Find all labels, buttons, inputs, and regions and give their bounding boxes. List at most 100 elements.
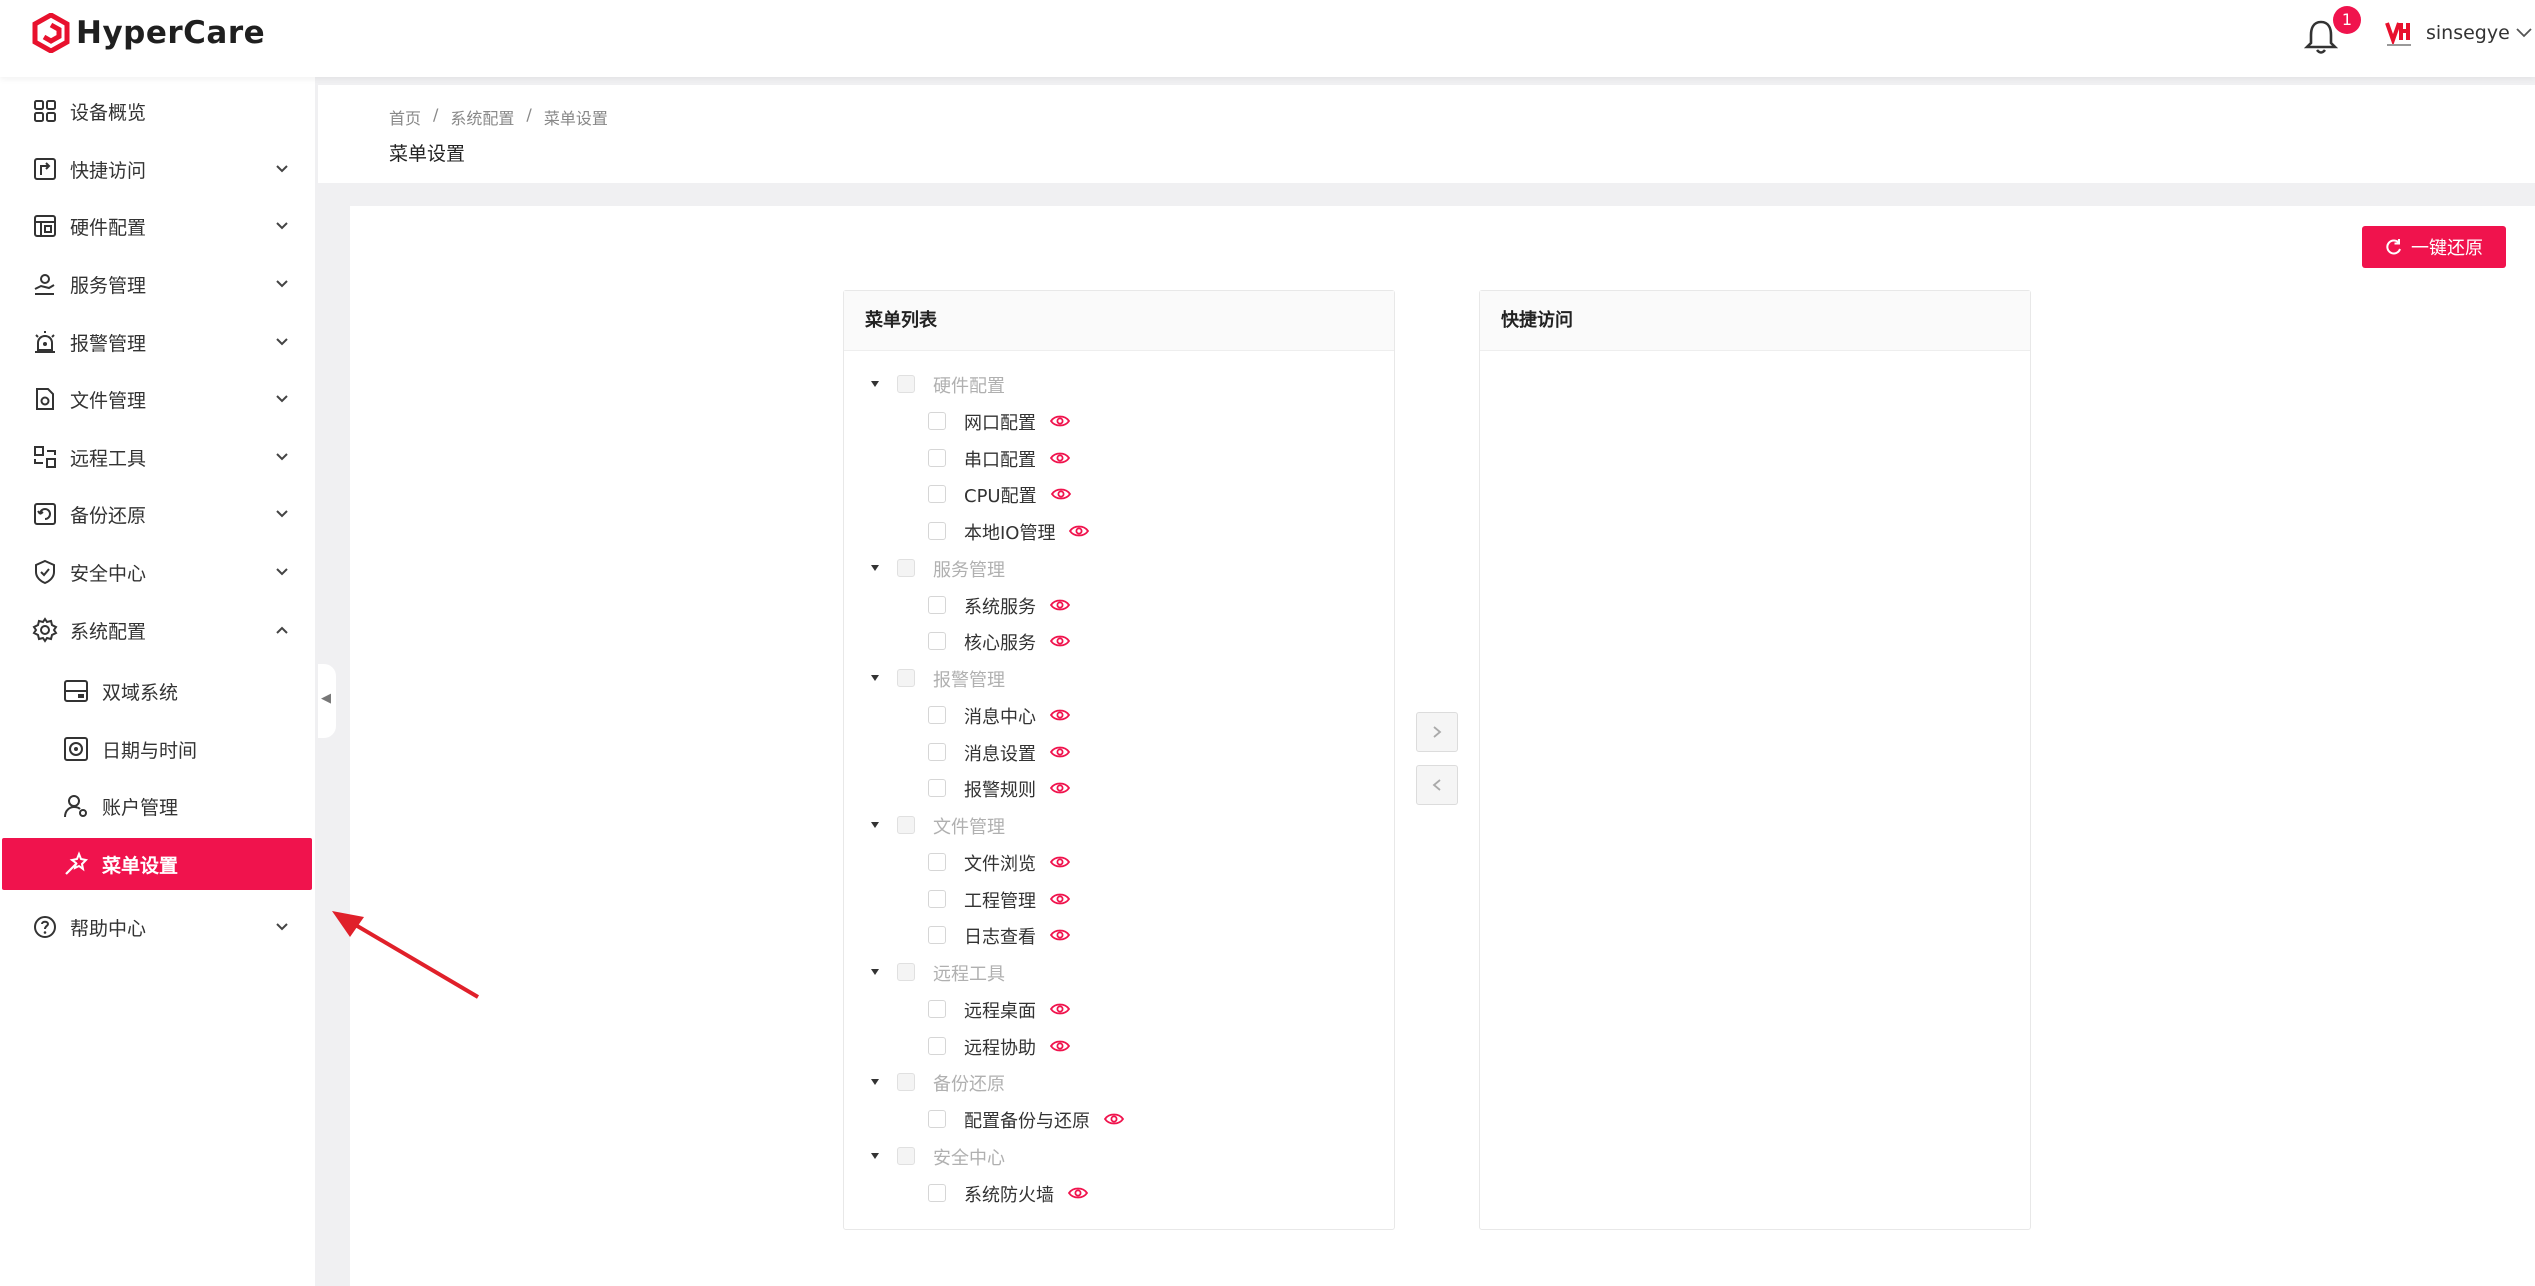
tree-item-label: 工程管理 (964, 890, 1036, 912)
tree-leaf-row[interactable]: 网口配置 (844, 406, 1392, 436)
caret-down-icon[interactable] (869, 562, 881, 574)
sidebar-item-service[interactable]: 服务管理 (0, 258, 315, 310)
caret-down-icon[interactable] (869, 966, 881, 978)
caret-down-icon[interactable] (869, 1150, 881, 1162)
item-checkbox[interactable] (928, 999, 946, 1018)
eye-icon[interactable] (1069, 524, 1089, 538)
eye-icon[interactable] (1050, 1039, 1070, 1053)
menu-list-panel: 菜单列表 硬件配置 网口配置 串口配置 CPU配置 本地IO管理 服务管理 系统服务 核心服务… (843, 290, 1395, 1230)
eye-icon[interactable] (1051, 487, 1071, 501)
app-logo[interactable]: HyperCare (32, 13, 265, 53)
sidebar-collapse-toggle[interactable]: ◀ (318, 664, 336, 738)
one-click-reset-button[interactable]: 一键还原 (2362, 226, 2506, 268)
eye-icon[interactable] (1050, 414, 1070, 428)
tree-leaf-row[interactable]: 日志查看 (844, 920, 1392, 950)
item-checkbox[interactable] (928, 926, 946, 945)
item-checkbox[interactable] (928, 1036, 946, 1055)
item-checkbox[interactable] (928, 632, 946, 651)
sidebar-subitem-date-time[interactable]: 日期与时间 (0, 723, 315, 775)
eye-icon[interactable] (1050, 855, 1070, 869)
item-checkbox[interactable] (928, 779, 946, 798)
eye-icon[interactable] (1068, 1186, 1088, 1200)
tree-leaf-row[interactable]: 核心服务 (844, 626, 1392, 656)
chevron-up-icon (276, 626, 288, 634)
item-checkbox[interactable] (928, 889, 946, 908)
sidebar-subitem-menu-settings[interactable]: 菜单设置 (2, 838, 312, 890)
tree-leaf-row[interactable]: 消息中心 (844, 700, 1392, 730)
tree-leaf-row[interactable]: 系统防火墙 (844, 1178, 1392, 1208)
item-checkbox[interactable] (928, 411, 946, 430)
tree-item-label: 本地IO管理 (964, 523, 1056, 544)
sidebar-subitem-account[interactable]: 账户管理 (0, 780, 315, 832)
sidebar-item-hardware[interactable]: 硬件配置 (0, 200, 315, 252)
breadcrumb-system-config[interactable]: 系统配置 (450, 105, 514, 129)
tree-leaf-row[interactable]: 消息设置 (844, 737, 1392, 767)
settings-icon (32, 617, 58, 643)
caret-down-icon[interactable] (869, 378, 881, 390)
tree-leaf-row[interactable]: 报警规则 (844, 773, 1392, 803)
eye-icon[interactable] (1050, 928, 1070, 942)
help-icon (34, 916, 56, 938)
item-checkbox[interactable] (928, 522, 946, 540)
tree-leaf-row[interactable]: 串口配置 (844, 443, 1392, 473)
chevron-down-icon (276, 510, 288, 518)
item-checkbox[interactable] (928, 448, 946, 467)
sidebar-item-remote[interactable]: 远程工具 (0, 431, 315, 483)
tree-group-label: 硬件配置 (933, 376, 1005, 397)
sidebar-item-system-config[interactable]: 系统配置 (0, 604, 315, 656)
item-checkbox[interactable] (928, 485, 946, 504)
eye-icon[interactable] (1104, 1112, 1124, 1126)
item-checkbox[interactable] (928, 852, 946, 871)
caret-down-icon[interactable] (869, 672, 881, 684)
sidebar-item-security[interactable]: 安全中心 (0, 546, 315, 598)
eye-icon[interactable] (1050, 1002, 1070, 1016)
tree-leaf-row[interactable]: 工程管理 (844, 884, 1392, 914)
reset-button-label: 一键还原 (2411, 238, 2483, 259)
sidebar-subitem-dual-domain[interactable]: 双域系统 (0, 665, 315, 717)
username[interactable]: sinsegye (2426, 22, 2510, 44)
tree-leaf-row[interactable]: 配置备份与还原 (844, 1104, 1392, 1134)
sidebar-item-label: 快捷访问 (70, 159, 147, 182)
tree-group-label: 服务管理 (933, 559, 1005, 581)
tree-leaf-row[interactable]: 远程桌面 (844, 994, 1392, 1024)
sidebar-item-alarm[interactable]: 报警管理 (0, 316, 315, 368)
move-left-button[interactable] (1416, 765, 1458, 805)
shield-icon (35, 559, 55, 585)
eye-icon[interactable] (1050, 745, 1070, 759)
tree-leaf-row[interactable]: 本地IO管理 (844, 516, 1392, 546)
tree-item-label: 日志查看 (964, 927, 1036, 949)
item-checkbox[interactable] (928, 705, 946, 724)
item-checkbox[interactable] (928, 1110, 946, 1128)
sidebar-item-backup[interactable]: 备份还原 (0, 488, 315, 540)
breadcrumb-home[interactable]: 首页 (389, 105, 421, 129)
quick-access-panel: 快捷访问 (1479, 290, 2031, 1230)
eye-icon[interactable] (1050, 781, 1070, 795)
eye-icon[interactable] (1050, 451, 1070, 465)
eye-icon[interactable] (1050, 708, 1070, 722)
caret-down-icon[interactable] (869, 819, 881, 831)
chevron-down-icon[interactable] (2515, 27, 2533, 39)
eye-icon[interactable] (1050, 892, 1070, 906)
tree-item-label: 系统服务 (964, 596, 1036, 618)
tree-group-row: 文件管理 (844, 810, 1392, 840)
caret-down-icon[interactable] (869, 1076, 881, 1088)
sidebar-item-label: 远程工具 (70, 447, 147, 470)
tree-leaf-row[interactable]: CPU配置 (844, 479, 1392, 509)
sidebar-item-help[interactable]: 帮助中心 (0, 901, 315, 953)
tree-leaf-row[interactable]: 系统服务 (844, 590, 1392, 620)
sidebar-item-label: 硬件配置 (70, 216, 147, 239)
sidebar-item-quick-access[interactable]: 快捷访问 (0, 143, 315, 195)
item-checkbox[interactable] (928, 742, 946, 761)
move-right-button[interactable] (1416, 712, 1458, 752)
item-checkbox[interactable] (928, 1183, 946, 1202)
file-icon (36, 388, 54, 410)
sidebar-item-file[interactable]: 文件管理 (0, 373, 315, 425)
sidebar-item-device-overview[interactable]: 设备概览 (0, 85, 315, 137)
chevron-down-icon (276, 453, 288, 461)
eye-icon[interactable] (1050, 634, 1070, 648)
hardware-icon (34, 215, 56, 237)
eye-icon[interactable] (1050, 598, 1070, 612)
item-checkbox[interactable] (928, 595, 946, 614)
tree-leaf-row[interactable]: 远程协助 (844, 1031, 1392, 1061)
tree-leaf-row[interactable]: 文件浏览 (844, 847, 1392, 877)
